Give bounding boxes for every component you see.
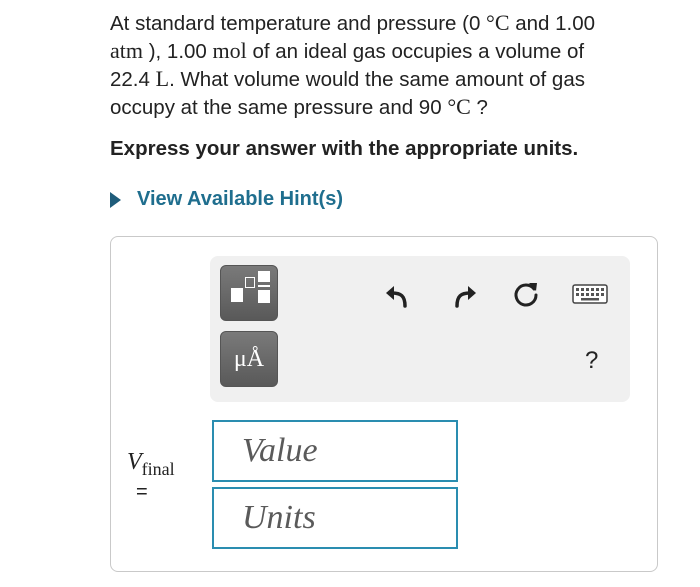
equals-sign: = bbox=[136, 481, 148, 503]
question-text-part: and 1.00 bbox=[509, 12, 596, 35]
value-input[interactable] bbox=[212, 420, 458, 482]
question-text-part: ? bbox=[470, 96, 488, 119]
units-input[interactable] bbox=[212, 487, 458, 549]
question-text-part: . What volume would the same amount of g… bbox=[169, 68, 585, 91]
units-button[interactable]: μÅ bbox=[220, 331, 278, 387]
hint-label: View Available Hint(s) bbox=[137, 188, 343, 210]
variable-subscript: final bbox=[141, 459, 175, 479]
instruction-text: Express your answer with the appropriate… bbox=[110, 137, 579, 160]
variable-letter: V bbox=[127, 449, 142, 475]
undo-arrow-icon[interactable] bbox=[383, 280, 413, 315]
question-text-part: occupy at the same pressure and 90 bbox=[110, 96, 448, 119]
question-text-part: At standard temperature and pressure (0 bbox=[110, 12, 487, 35]
question-text: At standard temperature and pressure (0 … bbox=[110, 9, 670, 121]
help-button[interactable]: ? bbox=[585, 347, 598, 375]
redo-arrow-icon[interactable] bbox=[449, 280, 479, 315]
reset-icon[interactable] bbox=[511, 279, 541, 314]
units-symbol: μÅ bbox=[233, 346, 265, 372]
unit-mol: mol bbox=[212, 38, 247, 63]
question-text-part: of an ideal gas occupies a volume of bbox=[246, 40, 585, 63]
unit-atm: atm bbox=[110, 38, 143, 63]
degree-celsius: °C bbox=[486, 10, 510, 35]
question-text-part: ), 1.00 bbox=[143, 40, 213, 63]
templates-button[interactable] bbox=[220, 265, 278, 321]
degree-celsius: °C bbox=[447, 94, 471, 119]
view-hints-link[interactable]: View Available Hint(s) bbox=[110, 188, 343, 211]
question-text-part: 22.4 bbox=[110, 68, 156, 91]
answer-variable: Vfinal bbox=[127, 449, 175, 480]
caret-right-icon bbox=[110, 191, 121, 208]
unit-liter: L bbox=[155, 66, 170, 91]
keyboard-icon[interactable] bbox=[572, 284, 608, 309]
